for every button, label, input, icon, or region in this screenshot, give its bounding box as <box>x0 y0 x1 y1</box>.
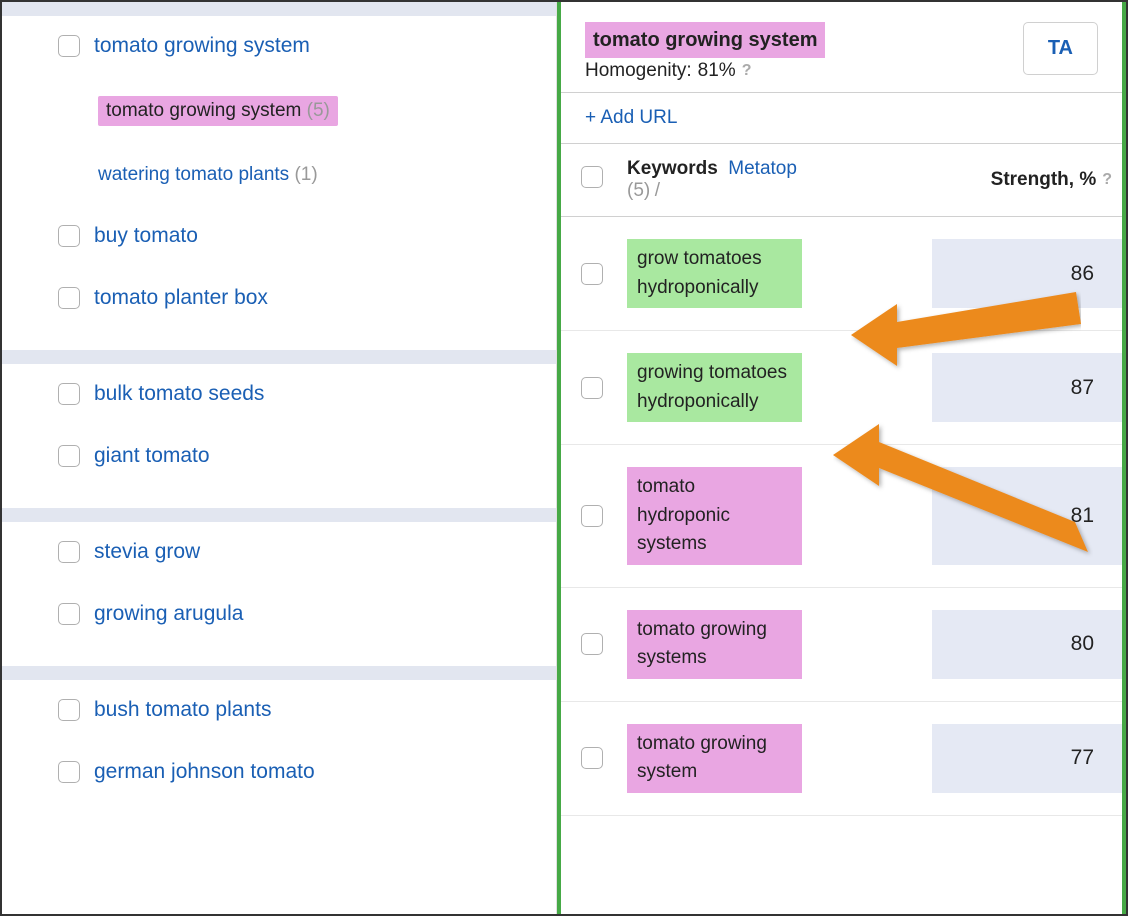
sidebar-checkbox[interactable] <box>58 761 80 783</box>
sidebar-item-label[interactable]: tomato growing system (5) <box>98 96 338 126</box>
sidebar-checkbox[interactable] <box>58 225 80 247</box>
keyword-pill[interactable]: tomato growing systems <box>627 610 802 679</box>
sidebar-subitem[interactable]: tomato growing system (5) <box>2 78 556 126</box>
sidebar-item[interactable]: stevia grow <box>2 522 556 564</box>
sidebar-checkbox[interactable] <box>58 445 80 467</box>
homogeneity-label: Homogenity: <box>585 60 692 82</box>
sidebar-item[interactable]: buy tomato <box>2 206 556 248</box>
sidebar-item[interactable]: german johnson tomato <box>2 742 556 784</box>
sidebar-checkbox[interactable] <box>58 287 80 309</box>
keyword-pill[interactable]: grow tomatoes hydroponically <box>627 239 802 308</box>
th-keywords-count: (5) <box>627 180 650 201</box>
row-checkbox[interactable] <box>581 633 603 655</box>
th-keywords-label: Keywords <box>627 158 718 179</box>
sidebar-checkbox[interactable] <box>58 383 80 405</box>
sidebar-checkbox[interactable] <box>58 699 80 721</box>
table-row: grow tomatoes hydroponically 86 <box>561 217 1122 331</box>
sidebar-item[interactable]: giant tomato <box>2 426 556 468</box>
sidebar-checkbox[interactable] <box>58 603 80 625</box>
sidebar-item-label[interactable]: german johnson tomato <box>94 760 315 784</box>
strength-value: 87 <box>932 353 1122 422</box>
sidebar-item-label[interactable]: tomato planter box <box>94 286 268 310</box>
row-checkbox[interactable] <box>581 263 603 285</box>
sidebar-subitem[interactable]: watering tomato plants (1) <box>2 146 556 186</box>
sidebar-item-count: (1) <box>289 164 318 185</box>
detail-title: tomato growing system <box>585 22 825 58</box>
sidebar-item[interactable]: bush tomato plants <box>2 680 556 722</box>
sidebar-item-label[interactable]: growing arugula <box>94 602 243 626</box>
sidebar-item-label[interactable]: watering tomato plants (1) <box>98 164 318 186</box>
strength-value: 80 <box>932 610 1122 679</box>
th-slash: / <box>655 180 660 201</box>
sidebar-item[interactable]: bulk tomato seeds <box>2 364 556 406</box>
sidebar-item-count: (5) <box>301 100 330 121</box>
table-row: tomato growing system 77 <box>561 702 1122 816</box>
right-panel: tomato growing system Homogenity: 81% ? … <box>557 2 1126 914</box>
strength-value: 86 <box>932 239 1122 308</box>
select-all-checkbox[interactable] <box>581 166 603 188</box>
sidebar-item-label[interactable]: tomato growing system <box>94 34 310 58</box>
keyword-pill[interactable]: tomato growing system <box>627 724 802 793</box>
row-checkbox[interactable] <box>581 747 603 769</box>
sidebar-item-label[interactable]: stevia grow <box>94 540 200 564</box>
help-icon[interactable]: ? <box>742 62 752 80</box>
keyword-pill[interactable]: tomato hydroponic systems <box>627 467 802 565</box>
help-icon[interactable]: ? <box>1102 171 1112 189</box>
homogeneity-value: 81% <box>698 60 736 82</box>
table-row: growing tomatoes hydroponically 87 <box>561 331 1122 445</box>
add-url-link[interactable]: + Add URL <box>585 107 677 128</box>
keyword-pill[interactable]: growing tomatoes hydroponically <box>627 353 802 422</box>
sidebar-item[interactable]: tomato growing system <box>2 16 556 58</box>
sidebar-item[interactable]: growing arugula <box>2 584 556 626</box>
row-checkbox[interactable] <box>581 505 603 527</box>
ta-button[interactable]: TA <box>1023 22 1098 75</box>
row-checkbox[interactable] <box>581 377 603 399</box>
homogeneity-row: Homogenity: 81% ? <box>585 60 825 82</box>
sidebar-item[interactable]: tomato planter box <box>2 268 556 310</box>
table-row: tomato hydroponic systems 81 <box>561 445 1122 588</box>
th-metatop-link[interactable]: Metatop <box>728 158 797 179</box>
sidebar-item-label[interactable]: bush tomato plants <box>94 698 271 722</box>
sidebar-checkbox[interactable] <box>58 541 80 563</box>
sidebar-checkbox[interactable] <box>58 35 80 57</box>
table-row: tomato growing systems 80 <box>561 588 1122 702</box>
th-strength-label[interactable]: Strength, % <box>991 169 1097 191</box>
strength-value: 81 <box>932 467 1122 565</box>
sidebar-item-label[interactable]: buy tomato <box>94 224 198 248</box>
detail-header: tomato growing system Homogenity: 81% ? … <box>561 2 1122 93</box>
strength-value: 77 <box>932 724 1122 793</box>
keyword-table-body: grow tomatoes hydroponically 86 growing to… <box>561 217 1122 816</box>
left-sidebar: tomato growing system tomato growing syst… <box>2 2 557 914</box>
table-header: Keywords Metatop (5) / Strength, % ? <box>561 144 1122 217</box>
sidebar-item-label[interactable]: bulk tomato seeds <box>94 382 264 406</box>
sidebar-item-label[interactable]: giant tomato <box>94 444 210 468</box>
